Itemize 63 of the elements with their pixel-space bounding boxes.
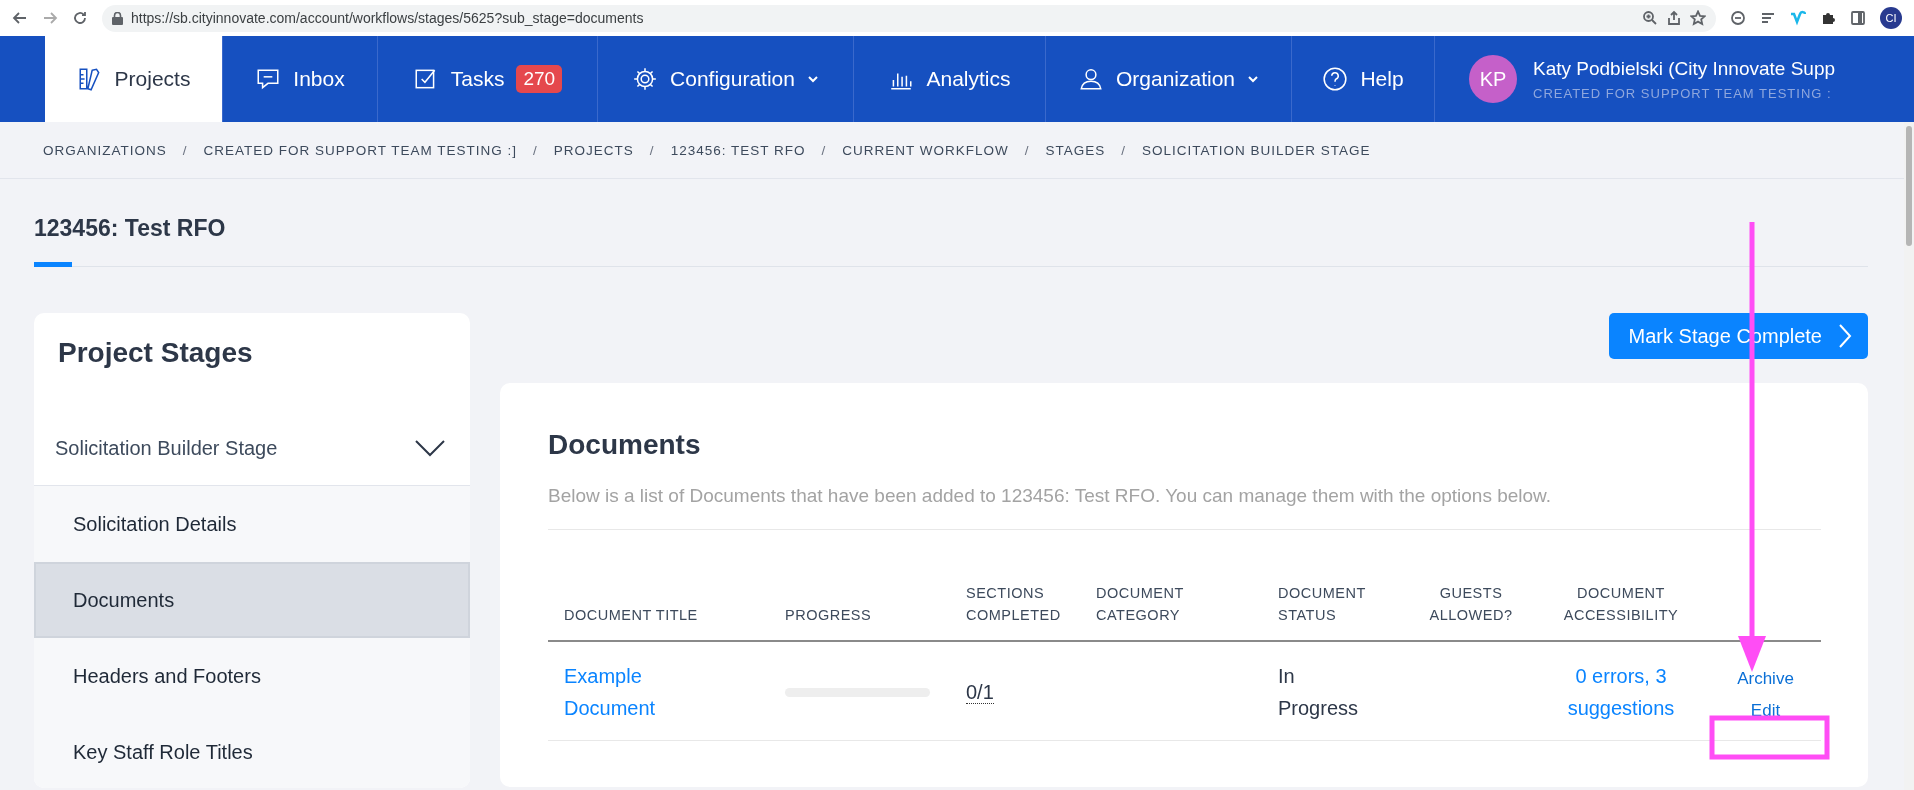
breadcrumb-link[interactable]: ORGANIZATIONS	[43, 142, 167, 158]
breadcrumb-separator: /	[1121, 142, 1126, 158]
lock-icon	[112, 11, 123, 25]
star-icon[interactable]	[1690, 10, 1706, 26]
breadcrumb-link[interactable]: PROJECTS	[553, 142, 634, 158]
user-organization: CREATED FOR SUPPORT TEAM TESTING :	[1533, 85, 1833, 101]
nav-tab[interactable]: Organization	[1046, 36, 1292, 122]
nav-tab[interactable]: Inbox	[223, 36, 378, 122]
breadcrumb-separator: /	[182, 142, 188, 158]
breadcrumb-link[interactable]: CURRENT WORKFLOW	[842, 142, 1009, 158]
url-text: https://sb.cityinnovate.com/account/workflows/stages/5625?sub_stage=documents	[131, 10, 645, 26]
column-header: DOCUMENT TITLE	[548, 582, 769, 641]
reading-list-icon[interactable]	[1760, 10, 1776, 26]
breadcrumb-link[interactable]: CREATED FOR SUPPORT TEAM TESTING :]	[203, 142, 518, 158]
action-link[interactable]: Archive	[1737, 668, 1794, 690]
user-name[interactable]: Katy Podbielski (City Innovate Supp	[1533, 57, 1836, 80]
profile-avatar[interactable]: CI	[1880, 7, 1902, 29]
address-bar[interactable]: https://sb.cityinnovate.com/account/workflows/stages/5625?sub_stage=documents	[102, 4, 1716, 32]
breadcrumb-separator: /	[533, 142, 538, 158]
section-title: Documents	[548, 429, 702, 461]
stage-menu-item[interactable]: Key Staff Role Titles	[34, 714, 470, 788]
nav-tab[interactable]: Tasks 270	[378, 36, 598, 122]
back-icon[interactable]	[12, 10, 28, 26]
nav-tab[interactable]: Configuration	[598, 36, 854, 122]
zoom-icon[interactable]	[1642, 10, 1658, 26]
breadcrumb-separator: /	[821, 142, 827, 158]
document-status: In Progress	[1278, 664, 1360, 721]
title-underline	[34, 262, 72, 267]
column-header: GUESTS ALLOWED?	[1402, 582, 1532, 641]
stage-menu-item[interactable]: Solicitation Details	[34, 486, 470, 562]
section-description: Below is a list of Documents that have been added to 123456: Test RFO. You can manage them with the options below.	[548, 485, 1821, 530]
nav-tab[interactable]: Help	[1292, 36, 1435, 122]
stage-menu-item[interactable]: Headers and Footers	[34, 638, 470, 714]
help-icon	[1322, 66, 1349, 92]
action-link[interactable]: Edit	[1750, 700, 1781, 722]
column-header: DOCUMENT STATUS	[1262, 582, 1402, 641]
column-header: DOCUMENT CATEGORY	[1080, 582, 1262, 641]
nav-tab[interactable]: Analytics	[854, 36, 1046, 122]
column-header: SECTIONS COMPLETED	[950, 582, 1080, 641]
breadcrumb-link[interactable]: SOLICITATION BUILDER STAGE	[1142, 142, 1371, 158]
sidebar-icon[interactable]	[1850, 10, 1866, 26]
breadcrumb-link[interactable]: 123456: TEST RFO	[670, 142, 806, 158]
column-header: PROGRESS	[769, 582, 950, 641]
accessibility-link[interactable]: 0 errors, 3 suggestions	[1548, 660, 1694, 724]
user-avatar[interactable]: KP	[1469, 55, 1517, 103]
column-header: DOCUMENT ACCESSIBILITY	[1532, 582, 1702, 641]
chevron-right-icon	[1838, 323, 1852, 349]
scrollbar-thumb[interactable]	[1906, 126, 1912, 246]
sections-completed: 0/1	[966, 681, 994, 704]
breadcrumb-separator: /	[1024, 142, 1030, 158]
breadcrumb-link[interactable]: STAGES	[1045, 142, 1106, 158]
gear-icon	[632, 66, 659, 92]
reload-icon[interactable]	[72, 10, 88, 26]
task-count-badge: 270	[516, 65, 563, 93]
puzzle-icon[interactable]	[1820, 10, 1836, 26]
page-title: 123456: Test RFO	[34, 215, 227, 242]
share-icon[interactable]	[1666, 10, 1682, 26]
document-title-link[interactable]: Example Document	[564, 660, 674, 724]
nav-tab[interactable]: Projects	[45, 36, 223, 122]
stage-menu-item[interactable]: Documents	[34, 562, 470, 638]
person-icon	[1077, 66, 1104, 92]
panel-title: Project Stages	[57, 336, 254, 370]
breadcrumb-separator: /	[649, 142, 655, 158]
